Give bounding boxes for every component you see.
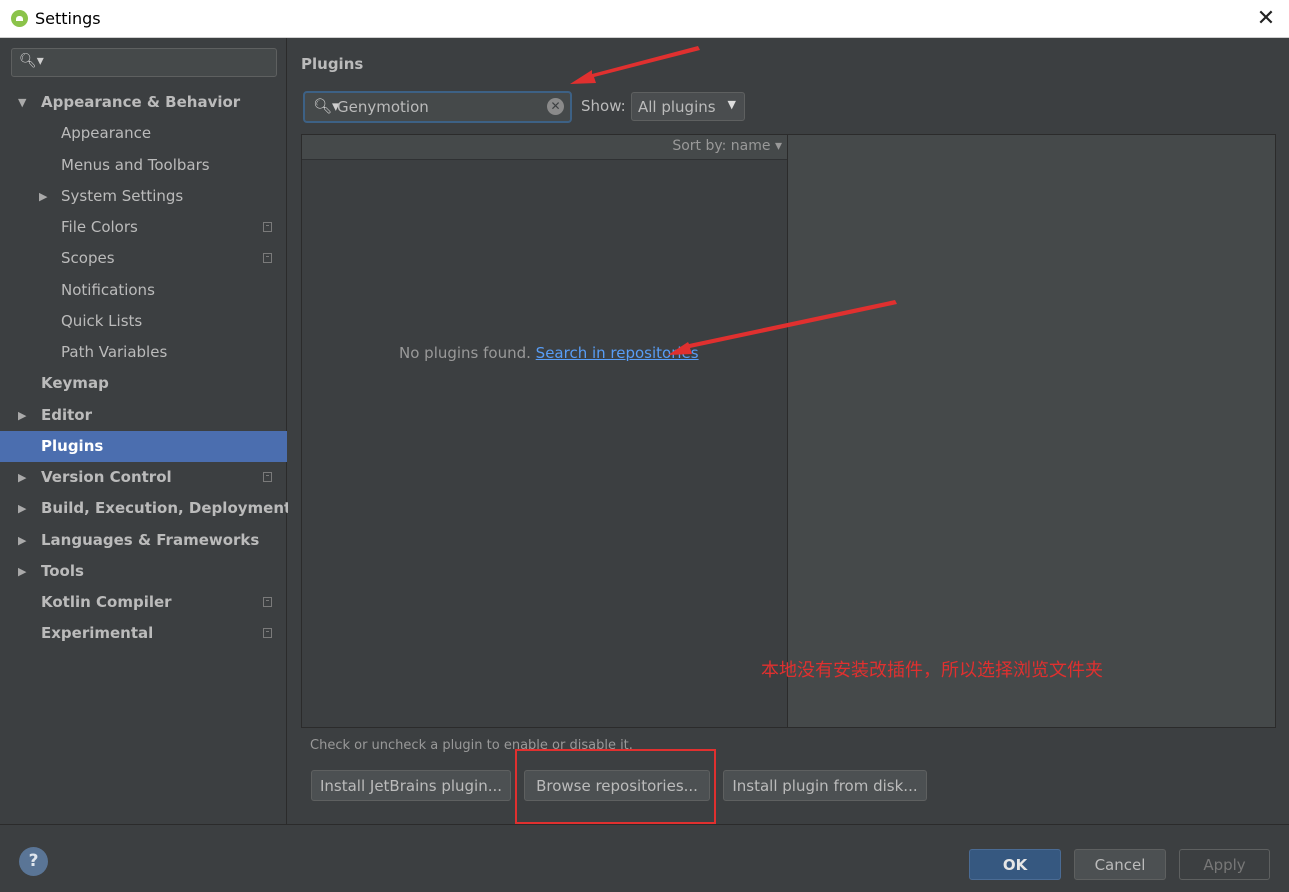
project-scope-icon	[263, 472, 272, 482]
settings-search-input[interactable]: 🔍︎▾	[11, 48, 277, 77]
sidebar-item-scopes[interactable]: Scopes	[0, 243, 287, 274]
search-icon: 🔍︎▾	[19, 53, 44, 69]
plugin-search-input[interactable]	[337, 97, 537, 117]
collapsed-arrow-icon[interactable]: ▶	[18, 525, 26, 556]
project-scope-icon	[263, 222, 272, 232]
collapsed-arrow-icon[interactable]: ▶	[18, 462, 26, 493]
install-jetbrains-plugin-button[interactable]: Install JetBrains plugin...	[311, 770, 511, 801]
collapsed-arrow-icon[interactable]: ▶	[18, 556, 26, 587]
project-scope-icon	[263, 628, 272, 639]
sidebar-item-label: Tools	[41, 561, 84, 580]
dialog-footer: ? OK Cancel Apply	[0, 824, 1289, 892]
settings-sidebar: 🔍︎▾ ▼ Appearance & Behavior Appearance Menu…	[0, 38, 291, 824]
sidebar-item-label: Languages & Frameworks	[41, 530, 260, 549]
install-from-disk-button[interactable]: Install plugin from disk...	[723, 770, 927, 801]
sidebar-item-label: Plugins	[41, 436, 104, 455]
collapsed-arrow-icon[interactable]: ▶	[18, 400, 26, 431]
sidebar-item-languages-frameworks[interactable]: ▶ Languages & Frameworks	[0, 525, 287, 556]
sidebar-item-label: Quick Lists	[61, 311, 143, 330]
sidebar-item-plugins[interactable]: Plugins	[0, 430, 287, 462]
android-studio-icon	[11, 10, 28, 27]
project-scope-icon	[263, 597, 272, 607]
sidebar-item-tools[interactable]: ▶ Tools	[0, 556, 287, 587]
plugin-list: Sort by: name ▾ No plugins found. Search…	[301, 134, 788, 728]
clear-search-icon[interactable]: ✕	[547, 98, 564, 115]
page-title: Plugins	[301, 55, 364, 73]
sidebar-item-version-control[interactable]: ▶ Version Control	[0, 462, 287, 493]
highlight-box	[515, 749, 716, 824]
search-icon: 🔍︎▾	[313, 97, 340, 115]
annotation-note: 本地没有安装改插件，所以选择浏览文件夹	[761, 660, 1103, 681]
sidebar-item-label: Editor	[41, 405, 92, 424]
sort-by-dropdown[interactable]: Sort by: name ▾	[672, 138, 782, 154]
sidebar-item-label: Appearance & Behavior	[41, 93, 241, 111]
plugin-detail-panel	[788, 134, 1276, 728]
expanded-arrow-icon[interactable]: ▼	[18, 87, 26, 118]
collapsed-arrow-icon[interactable]: ▶	[39, 181, 47, 212]
plugin-list-header: Sort by: name ▾	[302, 135, 787, 160]
sidebar-item-keymap[interactable]: Keymap	[0, 368, 287, 399]
empty-text: No plugins found.	[399, 344, 536, 362]
sidebar-item-label: Keymap	[41, 374, 109, 393]
window-title: Settings	[35, 9, 101, 28]
empty-message: No plugins found. Search in repositories	[399, 344, 699, 362]
sidebar-item-editor[interactable]: ▶ Editor	[0, 400, 287, 431]
chevron-down-icon: ▼	[727, 98, 736, 111]
sidebar-item-file-colors[interactable]: File Colors	[0, 212, 287, 243]
sidebar-item-experimental[interactable]: Experimental	[0, 618, 287, 649]
plugin-search-field[interactable]: 🔍︎▾ ✕	[303, 91, 572, 123]
sidebar-item-label: Experimental	[41, 624, 154, 643]
cancel-button[interactable]: Cancel	[1074, 849, 1166, 880]
apply-button[interactable]: Apply	[1179, 849, 1270, 880]
close-icon[interactable]: ✕	[1251, 4, 1281, 34]
search-repositories-link[interactable]: Search in repositories	[536, 344, 699, 362]
sidebar-item-build-execution-deployment[interactable]: ▶ Build, Execution, Deployment	[0, 493, 291, 524]
sidebar-item-notifications[interactable]: Notifications	[0, 275, 287, 306]
sidebar-item-path-variables[interactable]: Path Variables	[0, 337, 287, 368]
sidebar-item-appearance-behavior[interactable]: ▼ Appearance & Behavior	[0, 87, 287, 118]
sidebar-item-label: Version Control	[41, 468, 172, 486]
collapsed-arrow-icon[interactable]: ▶	[18, 493, 26, 524]
ok-button[interactable]: OK	[969, 849, 1061, 880]
sidebar-item-label: Appearance	[61, 124, 152, 143]
sidebar-item-system-settings[interactable]: ▶ System Settings	[0, 181, 287, 212]
show-filter-dropdown[interactable]: All plugins ▼	[631, 92, 745, 121]
help-icon[interactable]: ?	[19, 847, 48, 876]
title-bar: Settings ✕	[0, 0, 1289, 38]
sidebar-item-label: File Colors	[61, 218, 138, 236]
project-scope-icon	[263, 253, 272, 264]
sidebar-item-label: Kotlin Compiler	[41, 593, 172, 611]
sidebar-item-kotlin-compiler[interactable]: Kotlin Compiler	[0, 587, 287, 618]
sidebar-item-menus-and-toolbars[interactable]: Menus and Toolbars	[0, 150, 287, 181]
sidebar-item-label: Menus and Toolbars	[61, 155, 210, 174]
sidebar-item-label: Notifications	[61, 280, 155, 299]
plugins-panel: Plugins 🔍︎▾ ✕ Show: All plugins ▼ Sort b…	[288, 38, 1289, 824]
show-label: Show:	[581, 97, 626, 115]
sidebar-item-quick-lists[interactable]: Quick Lists	[0, 306, 287, 337]
sidebar-item-label: Build, Execution, Deployment	[41, 499, 292, 518]
sidebar-item-appearance[interactable]: Appearance	[0, 118, 287, 149]
sidebar-item-label: System Settings	[61, 186, 184, 205]
sidebar-item-label: Path Variables	[61, 343, 168, 361]
sidebar-item-label: Scopes	[61, 249, 115, 268]
show-filter-value: All plugins	[638, 98, 716, 116]
